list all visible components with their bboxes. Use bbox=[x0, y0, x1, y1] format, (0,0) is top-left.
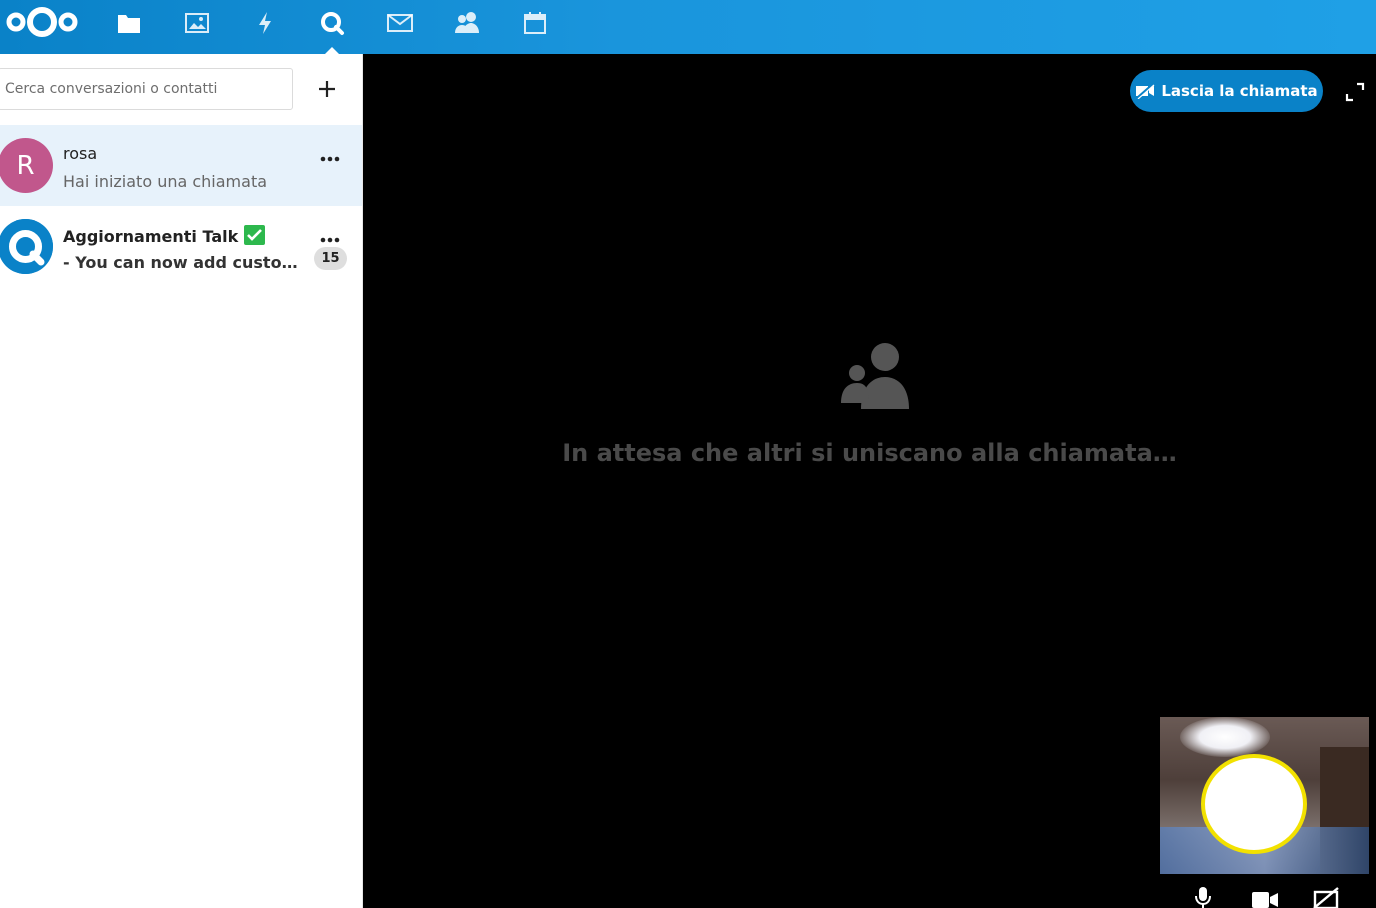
leave-call-button[interactable]: Lascia la chiamata bbox=[1130, 70, 1323, 112]
calendar-icon[interactable] bbox=[519, 7, 551, 39]
microphone-icon[interactable] bbox=[1189, 884, 1217, 908]
new-conversation-button[interactable] bbox=[307, 74, 347, 104]
avatar: R bbox=[0, 138, 53, 193]
self-video-preview bbox=[1160, 717, 1369, 874]
files-icon[interactable] bbox=[113, 7, 145, 39]
unread-count-badge: 15 bbox=[314, 247, 347, 270]
conversation-menu-button[interactable] bbox=[318, 151, 342, 167]
conversation-last-message: - You can now add custom user groups to … bbox=[63, 253, 299, 272]
check-mark-icon bbox=[244, 225, 266, 245]
conversation-name: rosa bbox=[63, 144, 98, 163]
avatar-letter: R bbox=[16, 150, 35, 181]
video-off-icon bbox=[1136, 83, 1155, 99]
fullscreen-icon[interactable] bbox=[1343, 80, 1367, 104]
contacts-waiting-icon bbox=[837, 337, 917, 417]
more-icon bbox=[320, 237, 340, 243]
talk-logo-icon bbox=[0, 219, 53, 274]
photos-icon[interactable] bbox=[181, 7, 213, 39]
search-conversations-input[interactable] bbox=[0, 68, 293, 110]
face-blur-overlay bbox=[1201, 754, 1307, 854]
more-icon bbox=[320, 156, 340, 162]
activity-icon[interactable] bbox=[249, 7, 281, 39]
mail-icon[interactable] bbox=[384, 7, 416, 39]
waiting-message: In attesa che altri si uniscano alla chi… bbox=[562, 439, 1177, 467]
conversation-last-message: Hai iniziato una chiamata bbox=[63, 172, 268, 191]
conversation-menu-button[interactable] bbox=[318, 232, 342, 248]
call-view: Lascia la chiamata In attesa che altri s… bbox=[363, 54, 1376, 908]
nextcloud-logo-icon[interactable] bbox=[2, 4, 82, 40]
conversation-item-rosa[interactable]: R rosa Hai iniziato una chiamata bbox=[0, 125, 362, 206]
camera-icon[interactable] bbox=[1251, 884, 1279, 908]
conversation-name: Aggiornamenti Talk bbox=[63, 225, 266, 246]
plus-icon bbox=[319, 81, 335, 97]
talk-icon[interactable] bbox=[316, 7, 348, 54]
conversation-item-talk-updates[interactable]: Aggiornamenti Talk - You can now add cus… bbox=[0, 206, 362, 287]
conversations-sidebar: R rosa Hai iniziato una chiamata Aggiorn… bbox=[0, 54, 363, 908]
leave-call-label: Lascia la chiamata bbox=[1161, 82, 1318, 100]
contacts-icon[interactable] bbox=[451, 7, 483, 39]
screen-share-off-icon[interactable] bbox=[1312, 884, 1340, 908]
top-header bbox=[0, 0, 1376, 54]
avatar bbox=[0, 219, 53, 274]
